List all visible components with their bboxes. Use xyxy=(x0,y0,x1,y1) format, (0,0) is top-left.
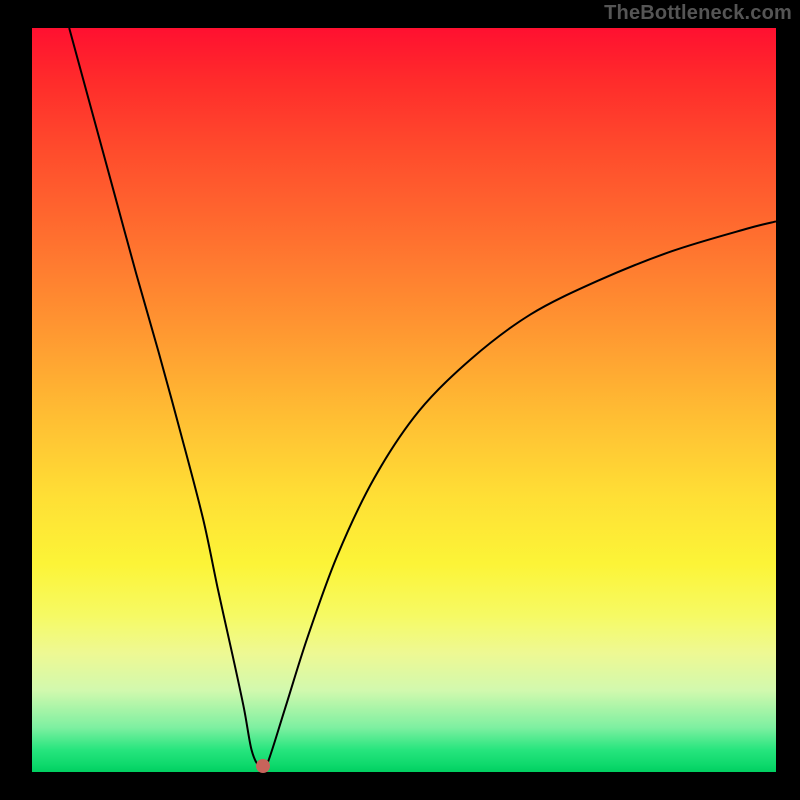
chart-root: TheBottleneck.com xyxy=(0,0,800,800)
min-point-marker xyxy=(256,759,270,773)
bottleneck-curve xyxy=(69,28,776,771)
plot-area xyxy=(32,28,776,772)
curve-svg xyxy=(32,28,776,772)
watermark-text: TheBottleneck.com xyxy=(604,2,792,25)
